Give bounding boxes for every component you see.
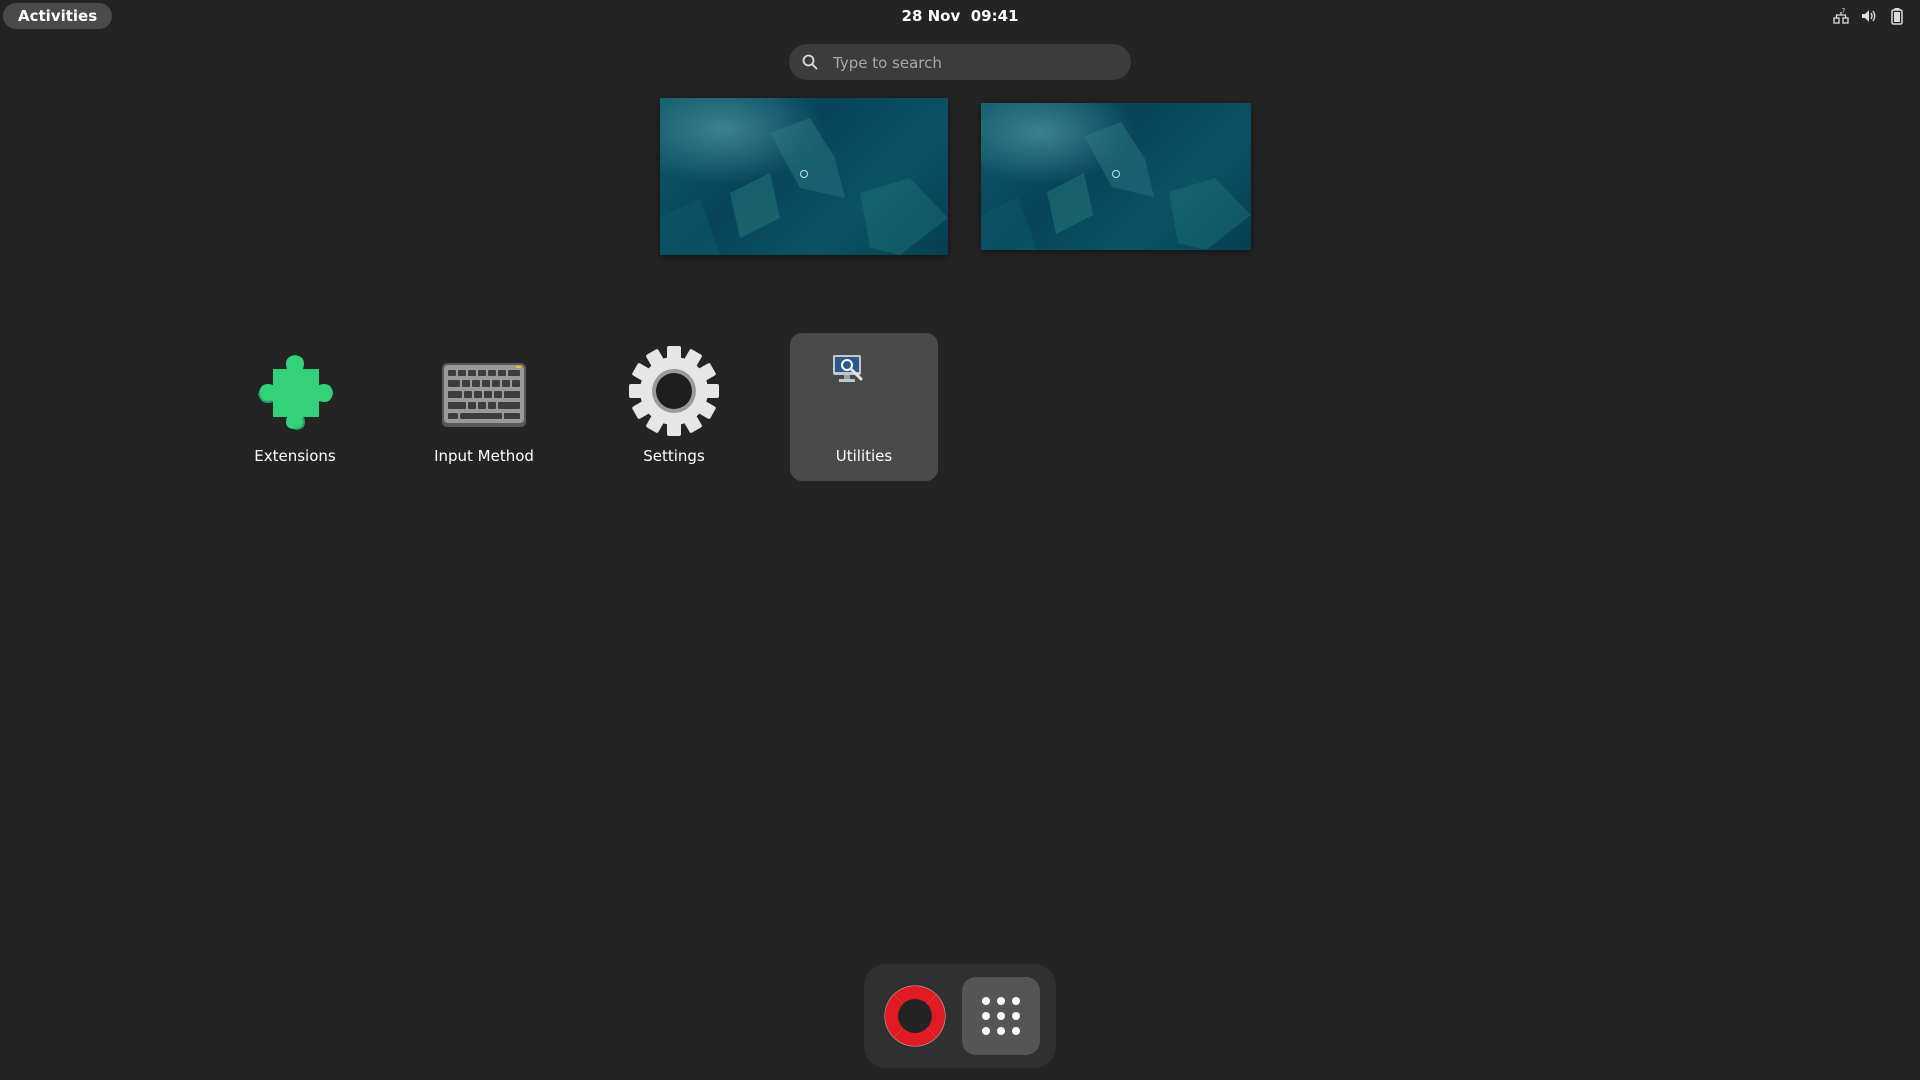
search-icon (802, 54, 818, 70)
clock-area: 28 Nov 09:41 (0, 0, 1920, 32)
svg-text:?: ? (1842, 7, 1846, 15)
app-input-method[interactable]: Input Method (410, 333, 558, 481)
wallpaper-image (660, 98, 948, 255)
workspace-thumbnail-1[interactable] (660, 98, 948, 255)
help-button[interactable] (876, 977, 954, 1055)
app-extensions[interactable]: Extensions (221, 333, 369, 481)
volume-icon[interactable] (1860, 7, 1878, 25)
activities-button[interactable]: Activities (3, 3, 113, 29)
keyboard-icon (438, 345, 530, 437)
help-lifebuoy-icon (884, 985, 946, 1047)
show-apps-button[interactable] (962, 977, 1040, 1055)
top-bar: Activities 28 Nov 09:41 ? (0, 0, 1920, 32)
workspace-thumbnail-2[interactable] (981, 103, 1251, 250)
app-folder-utilities[interactable]: Utilities (790, 333, 938, 481)
search-input[interactable] (831, 44, 1115, 82)
app-label: Input Method (434, 447, 534, 465)
app-grid: Extensions Input Method Settings Utiliti… (0, 333, 1920, 481)
app-settings[interactable]: Settings (600, 333, 748, 481)
network-icon[interactable]: ? (1832, 7, 1850, 25)
puzzle-piece-icon (249, 345, 341, 437)
gear-icon (628, 345, 720, 437)
battery-icon[interactable] (1888, 7, 1906, 25)
wallpaper-image (981, 103, 1251, 250)
system-tray[interactable]: ? (1832, 0, 1906, 32)
search-bar[interactable] (789, 44, 1131, 82)
app-label: Extensions (254, 447, 336, 465)
utilities-folder-icon (818, 345, 910, 437)
date-time-clock[interactable]: 28 Nov 09:41 (902, 7, 1019, 25)
show-apps-grid-icon (982, 997, 1020, 1035)
dock (864, 964, 1056, 1068)
app-label: Settings (643, 447, 705, 465)
app-label: Utilities (835, 447, 893, 465)
